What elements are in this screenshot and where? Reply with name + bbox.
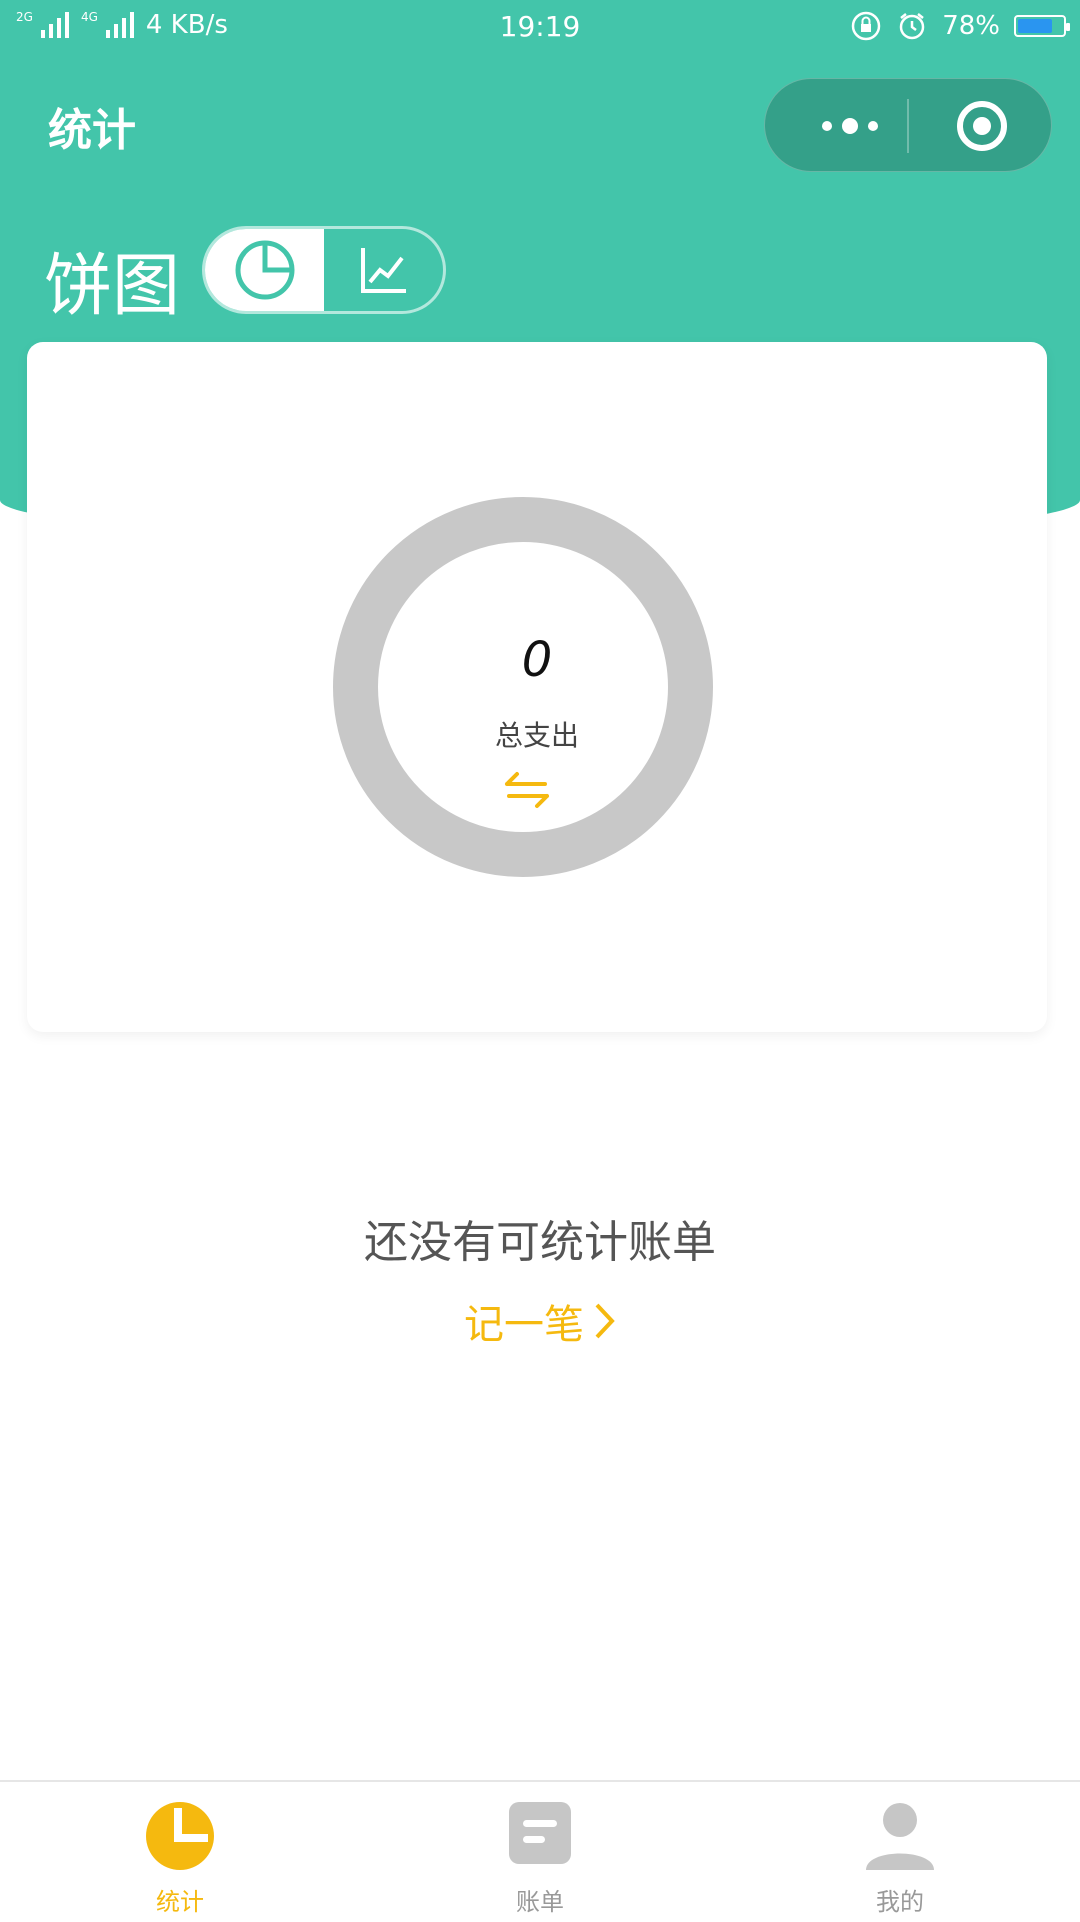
- tab-bills[interactable]: 账单: [360, 1782, 720, 1922]
- user-icon: [866, 1803, 934, 1870]
- pie-chart-icon: [146, 1802, 214, 1870]
- line-chart-icon: [360, 248, 406, 293]
- tab-statistics[interactable]: 统计: [0, 1782, 360, 1922]
- chevron-right-icon: [595, 1303, 615, 1339]
- bill-icon: [509, 1802, 571, 1864]
- summary-card: 0 总支出: [27, 342, 1047, 1032]
- rotation-lock-icon: [851, 11, 881, 41]
- line-chart-toggle-button[interactable]: [324, 229, 443, 311]
- tab-bills-label: 账单: [516, 1888, 564, 1916]
- pie-chart-toggle-button[interactable]: [205, 229, 324, 311]
- alarm-icon: [899, 13, 925, 40]
- mini-program-capsule: [764, 78, 1052, 172]
- total-expense-value: 0: [521, 632, 553, 688]
- more-dots-icon[interactable]: [805, 109, 895, 143]
- add-record-label: 记一笔: [464, 1302, 584, 1348]
- capsule-divider: [907, 99, 909, 153]
- pie-chart-icon: [235, 240, 294, 300]
- chart-type-title: 饼图: [44, 247, 181, 326]
- tab-statistics-label: 统计: [156, 1888, 204, 1916]
- total-expense-label: 总支出: [494, 719, 579, 752]
- tab-profile[interactable]: 我的: [720, 1782, 1080, 1922]
- battery-fill: [1018, 19, 1052, 33]
- chart-type-toggle: [202, 226, 446, 314]
- page-title: 统计: [48, 105, 136, 156]
- status-bar: 2G 4G 4 KB/s 19:19 78%: [0, 0, 1080, 54]
- target-close-icon[interactable]: [955, 99, 1009, 153]
- tab-profile-label: 我的: [876, 1888, 924, 1916]
- add-record-link[interactable]: 记一笔: [0, 1292, 1080, 1350]
- swap-arrows-icon[interactable]: [503, 770, 551, 810]
- empty-state-message: 还没有可统计账单: [364, 1217, 716, 1268]
- battery-icon: [1014, 15, 1070, 37]
- bottom-tab-bar: 统计 账单 我的: [0, 1780, 1080, 1922]
- battery-percent: 78%: [942, 11, 1000, 41]
